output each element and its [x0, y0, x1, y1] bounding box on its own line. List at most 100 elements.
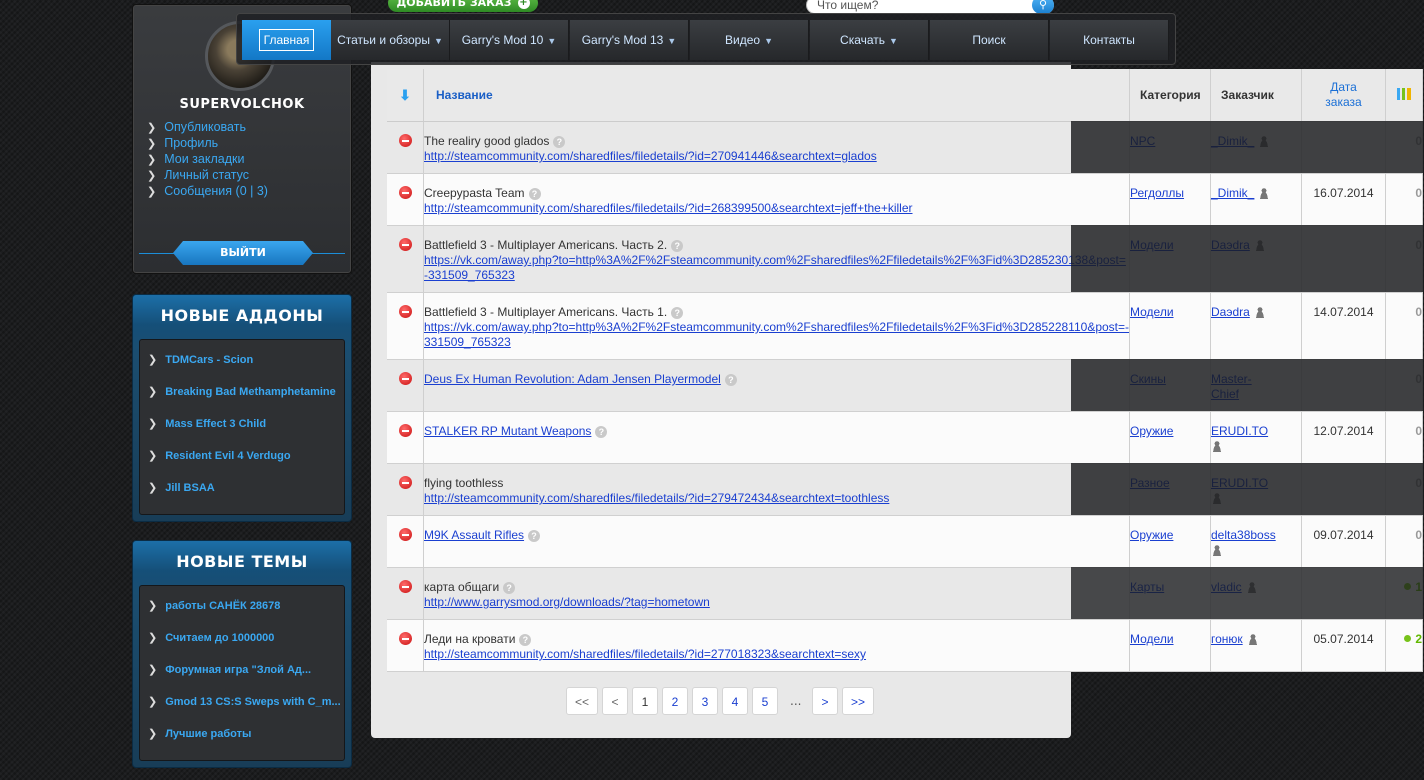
- customer-link[interactable]: Master-Chief: [1211, 372, 1255, 402]
- delete-icon[interactable]: [398, 134, 412, 147]
- customer-link[interactable]: гонюк: [1211, 632, 1243, 646]
- search-button[interactable]: ⚲: [1032, 0, 1054, 14]
- nav-gmod10[interactable]: Garry's Mod 10 ▼: [450, 20, 569, 60]
- user-icon[interactable]: [1258, 135, 1271, 147]
- customer-link[interactable]: _Dimik_: [1211, 186, 1254, 200]
- delete-icon[interactable]: [398, 476, 412, 489]
- customer-link[interactable]: Daэdra: [1211, 238, 1250, 252]
- user-icon[interactable]: [1211, 492, 1223, 504]
- order-title-link[interactable]: STALKER RP Mutant Weapons: [424, 424, 591, 438]
- user-icon[interactable]: [1258, 187, 1271, 199]
- order-link[interactable]: http://steamcommunity.com/sharedfiles/fi…: [424, 491, 889, 505]
- list-item[interactable]: ❯ Лучшие работы: [140, 718, 344, 750]
- delete-icon[interactable]: [398, 372, 412, 385]
- page-5[interactable]: 5: [752, 687, 778, 715]
- order-link[interactable]: http://steamcommunity.com/sharedfiles/fi…: [424, 647, 866, 661]
- list-item[interactable]: ❯ Считаем до 1000000: [140, 622, 344, 654]
- votes: 0: [1385, 515, 1423, 568]
- list-item[interactable]: ❯ TDMCars - Scion: [140, 344, 344, 376]
- user-menu-bookmarks[interactable]: ❯ Мои закладки: [147, 151, 268, 167]
- help-icon[interactable]: ?: [595, 426, 608, 438]
- page-prev[interactable]: <: [602, 687, 628, 715]
- nav-gmod13[interactable]: Garry's Mod 13 ▼: [570, 20, 689, 60]
- help-icon[interactable]: ?: [724, 374, 737, 386]
- nav-video[interactable]: Видео ▼: [690, 20, 809, 60]
- category-link[interactable]: Модели: [1130, 238, 1174, 252]
- order-title-link[interactable]: M9K Assault Rifles: [424, 528, 524, 542]
- order-link[interactable]: http://steamcommunity.com/sharedfiles/fi…: [424, 201, 913, 215]
- nav-home[interactable]: Главная: [242, 20, 332, 60]
- customer-link[interactable]: delta38boss: [1211, 528, 1276, 542]
- category-link[interactable]: Разное: [1130, 476, 1170, 490]
- page-1[interactable]: 1: [632, 687, 658, 715]
- nav-download[interactable]: Скачать ▼: [810, 20, 929, 60]
- page-3[interactable]: 3: [692, 687, 718, 715]
- help-icon[interactable]: ?: [503, 582, 516, 594]
- page-next[interactable]: >: [812, 687, 838, 715]
- page-2[interactable]: 2: [662, 687, 688, 715]
- category-link[interactable]: Модели: [1130, 305, 1174, 319]
- category-link[interactable]: Скины: [1130, 372, 1166, 386]
- order-link[interactable]: https://vk.com/away.php?to=http%3A%2F%2F…: [424, 253, 1126, 282]
- delete-icon[interactable]: [398, 424, 412, 437]
- delete-icon[interactable]: [398, 238, 412, 251]
- customer-link[interactable]: vladic: [1211, 580, 1242, 594]
- help-icon[interactable]: ?: [528, 530, 541, 542]
- order-link[interactable]: http://steamcommunity.com/sharedfiles/fi…: [424, 149, 877, 163]
- add-order-button[interactable]: ДОБАВИТЬ ЗАКАЗ +: [388, 0, 538, 12]
- help-icon[interactable]: ?: [528, 188, 541, 200]
- customer-link[interactable]: ERUDI.TO: [1211, 476, 1268, 490]
- delete-icon[interactable]: [398, 528, 412, 541]
- logout-button[interactable]: ВЫЙТИ: [173, 241, 313, 265]
- page-first[interactable]: <<: [566, 687, 598, 715]
- user-icon[interactable]: [1246, 633, 1259, 645]
- header-date[interactable]: Дата заказа: [1301, 69, 1386, 122]
- list-item[interactable]: ❯ Resident Evil 4 Verdugo: [140, 440, 344, 472]
- help-icon[interactable]: ?: [671, 240, 684, 252]
- user-icon[interactable]: [1211, 440, 1223, 452]
- plus-icon: +: [517, 0, 530, 9]
- help-icon[interactable]: ?: [519, 634, 532, 646]
- nav-articles[interactable]: Статьи и обзоры ▼: [331, 20, 450, 60]
- user-icon[interactable]: [1211, 544, 1223, 556]
- votes: 2: [1385, 619, 1423, 672]
- search-input[interactable]: [817, 0, 1017, 13]
- header-name[interactable]: Название: [423, 69, 1130, 122]
- user-menu-status[interactable]: ❯ Личный статус: [147, 167, 268, 183]
- delete-icon[interactable]: [398, 305, 412, 318]
- list-item[interactable]: ❯ Форумная игра "Злой Ад...: [140, 654, 344, 686]
- order-link[interactable]: http://www.garrysmod.org/downloads/?tag=…: [424, 595, 710, 609]
- user-menu-messages[interactable]: ❯ Сообщения (0 | 3): [147, 183, 268, 199]
- list-item[interactable]: ❯ Breaking Bad Methamphetamine: [140, 376, 344, 408]
- category-link[interactable]: Карты: [1130, 580, 1164, 594]
- help-icon[interactable]: ?: [553, 136, 566, 148]
- category-link[interactable]: Оружие: [1130, 528, 1173, 542]
- list-item[interactable]: ❯ работы САНЁК 28678: [140, 590, 344, 622]
- nav-search[interactable]: Поиск: [930, 20, 1049, 60]
- page-last[interactable]: >>: [842, 687, 874, 715]
- list-item[interactable]: ❯ Gmod 13 CS:S Sweps with C_m...: [140, 686, 344, 718]
- user-icon[interactable]: [1253, 306, 1266, 318]
- delete-icon[interactable]: [398, 632, 412, 645]
- list-item[interactable]: ❯ Jill BSAA: [140, 472, 344, 504]
- order-link[interactable]: https://vk.com/away.php?to=http%3A%2F%2F…: [424, 320, 1129, 349]
- help-icon[interactable]: ?: [671, 307, 684, 319]
- page-4[interactable]: 4: [722, 687, 748, 715]
- customer-link[interactable]: Daэdra: [1211, 305, 1250, 319]
- customer-link[interactable]: _Dimik_: [1211, 134, 1254, 148]
- delete-icon[interactable]: [398, 580, 412, 593]
- nav-contacts[interactable]: Контакты: [1050, 20, 1169, 60]
- category-link[interactable]: Регдоллы: [1130, 186, 1184, 200]
- category-link[interactable]: Оружие: [1130, 424, 1173, 438]
- category-link[interactable]: Модели: [1130, 632, 1174, 646]
- delete-icon[interactable]: [398, 186, 412, 199]
- sort-column[interactable]: ⬇: [387, 69, 424, 122]
- user-menu-profile[interactable]: ❯ Профиль: [147, 135, 268, 151]
- user-icon[interactable]: [1253, 239, 1266, 251]
- list-item[interactable]: ❯ Mass Effect 3 Child: [140, 408, 344, 440]
- customer-link[interactable]: ERUDI.TO: [1211, 424, 1268, 438]
- order-title-link[interactable]: Deus Ex Human Revolution: Adam Jensen Pl…: [424, 372, 721, 386]
- user-menu-publish[interactable]: ❯ Опубликовать: [147, 119, 268, 135]
- category-link[interactable]: NPC: [1130, 134, 1155, 148]
- user-icon[interactable]: [1245, 581, 1258, 593]
